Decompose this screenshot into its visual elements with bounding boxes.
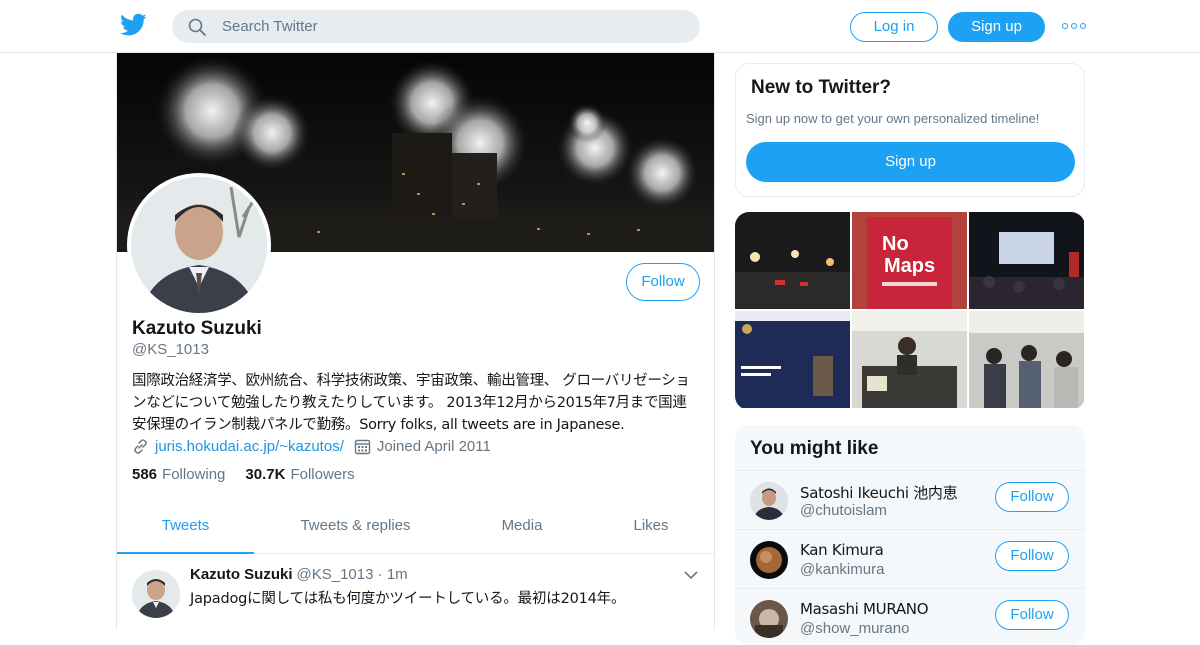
tweet-timestamp[interactable]: 1m [387,566,408,583]
media-thumbnail[interactable] [852,311,967,408]
following-label: Following [162,466,226,483]
calendar-icon [354,439,371,454]
follow-button[interactable]: Follow [995,482,1069,512]
media-thumbnail[interactable] [735,311,850,408]
media-grid: No Maps [735,212,1085,410]
tweet-author-handle[interactable]: @KS_1013 [297,566,374,583]
link-icon [134,438,147,454]
suggested-user-avatar[interactable] [750,541,788,579]
avatar [750,482,788,520]
suggested-user-name[interactable]: Kan Kimura [800,541,884,559]
tab-tweets-replies[interactable]: Tweets & replies [277,504,434,554]
tab-likes[interactable]: Likes [607,504,695,554]
followers-count: 30.7K [245,466,286,483]
follow-button[interactable]: Follow [626,263,700,301]
new-to-twitter-subtitle: Sign up now to get your own personalized… [746,111,1040,126]
followers-stat[interactable]: 30.7K Followers [245,466,354,483]
search-input[interactable] [222,10,682,43]
no-maps-poster-photo: No Maps [852,212,967,309]
search-icon [188,18,206,36]
tab-media[interactable]: Media [477,504,567,554]
svg-text:Maps: Maps [884,255,935,277]
profile-column: Follow Kazuto Suzuki @KS_1013 国際政治経済学、欧州… [116,53,715,630]
website-screenshot-photo [735,311,850,408]
media-thumbnail[interactable]: No Maps [852,212,967,309]
following-stat[interactable]: 586 Following [132,466,225,483]
media-thumbnail[interactable] [969,212,1084,309]
profile-tabs: Tweets Tweets & replies Media Likes [117,504,714,554]
profile-website-link[interactable]: juris.hokudai.ac.jp/~kazutos/ [155,438,344,455]
following-count: 586 [132,466,158,483]
tweet-author-name[interactable]: Kazuto Suzuki [190,566,293,583]
exhibition-booth-photo [852,311,967,408]
profile-meta: juris.hokudai.ac.jp/~kazutos/ Joined Apr… [132,435,491,457]
suggested-user[interactable]: Kan Kimura @kankimura Follow [735,529,1085,588]
suggested-user-handle[interactable]: @show_murano [800,620,909,637]
profile-name[interactable]: Kazuto Suzuki [132,318,262,340]
profile-avatar[interactable] [127,173,271,317]
street-night-photo [735,212,850,309]
conference-hall-photo [969,212,1084,309]
twitter-bird-icon[interactable] [120,13,147,37]
suggested-user-handle[interactable]: @kankimura [800,561,884,578]
avatar [750,600,788,638]
tab-tweets[interactable]: Tweets [117,504,254,554]
media-thumbnail[interactable] [735,212,850,309]
suggested-user-name[interactable]: Masashi MURANO [800,600,929,618]
tweet-text: Japadogに関しては私も何度かツイートしている。最初は2014年。 [190,591,626,607]
chevron-down-icon[interactable] [683,569,699,581]
suggested-user-handle[interactable]: @chutoislam [800,502,887,519]
suggested-user-avatar[interactable] [750,482,788,520]
svg-text:No: No [882,233,909,255]
avatar [750,541,788,579]
tweet-header: Kazuto Suzuki @KS_1013 · 1m [190,566,408,583]
login-button[interactable]: Log in [850,12,938,42]
suggested-user[interactable]: Satoshi Ikeuchi 池内恵 @chutoislam Follow [735,470,1085,529]
new-to-twitter-card: New to Twitter? Sign up now to get your … [735,63,1085,197]
follow-button[interactable]: Follow [995,600,1069,630]
signup-button[interactable]: Sign up [948,12,1045,42]
joined-date: Joined April 2011 [376,437,491,455]
top-navigation-bar: Log in Sign up [0,0,1200,53]
suggested-user[interactable]: Masashi MURANO @show_murano Follow [735,588,1085,645]
search-box[interactable] [172,10,700,43]
profile-handle[interactable]: @KS_1013 [132,341,209,358]
sidebar-signup-button[interactable]: Sign up [746,142,1075,182]
follow-button[interactable]: Follow [995,541,1069,571]
event-crowd-photo [969,311,1084,408]
more-options-icon[interactable] [1062,17,1088,37]
you-might-like-title: You might like [750,438,879,459]
you-might-like-card: You might like Satoshi Ikeuchi 池内恵 @chut… [735,425,1085,645]
suggested-user-name[interactable]: Satoshi Ikeuchi 池内恵 [800,482,958,503]
suggested-user-avatar[interactable] [750,600,788,638]
followers-label: Followers [290,466,355,483]
tweet-avatar[interactable] [132,570,180,618]
tweet-item[interactable]: Kazuto Suzuki @KS_1013 · 1m Japadogに関しては私… [117,555,714,630]
profile-stats: 586 Following 30.7K Followers [132,466,375,483]
tweet-separator: · [377,566,383,583]
new-to-twitter-title: New to Twitter? [751,77,892,98]
profile-bio: 国際政治経済学、欧州統合、科学技術政策、宇宙政策、輸出管理、 グローバリゼーショ… [132,373,690,433]
tweet-avatar-photo [132,570,180,618]
media-thumbnail[interactable] [969,311,1084,408]
profile-photo [131,177,267,313]
